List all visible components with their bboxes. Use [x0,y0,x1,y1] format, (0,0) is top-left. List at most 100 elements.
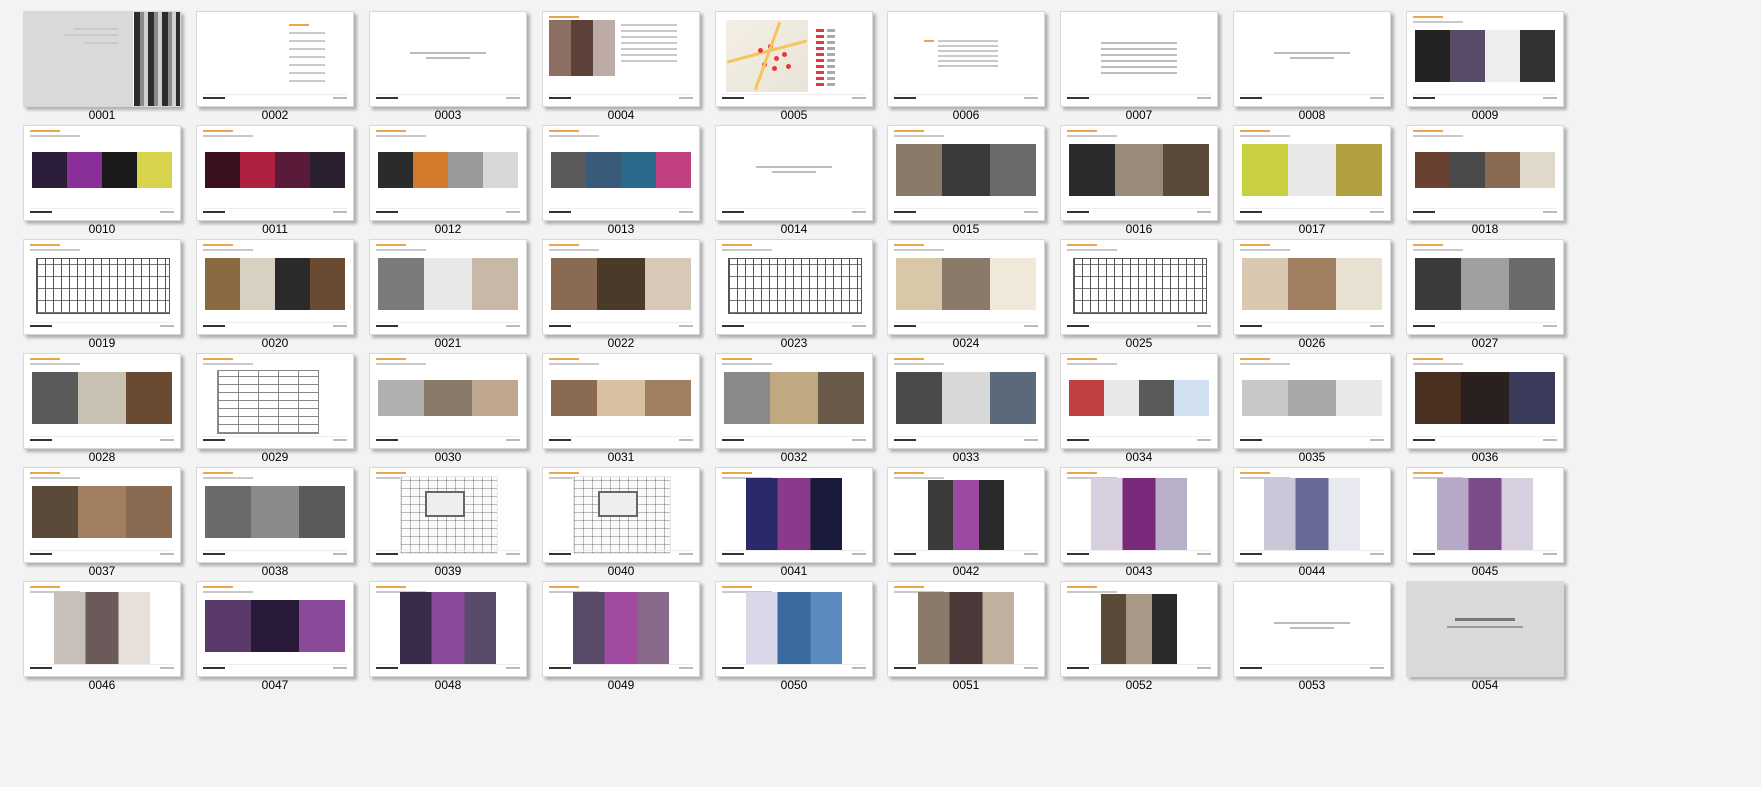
thumbnail-item[interactable]: 0022 [536,228,706,354]
slide-footer [1413,436,1557,443]
thumbnail-item[interactable]: 0039 [363,456,533,582]
text-line [549,16,579,18]
thumbnail-item[interactable]: 0010 [17,114,187,240]
thumbnail-item[interactable]: 0020 [190,228,360,354]
thumbnail-item[interactable]: 0002 [190,0,360,126]
page-thumbnail [369,11,527,107]
thumbnail-item[interactable]: 0038 [190,456,360,582]
thumbnail-item[interactable]: 0046 [17,570,187,696]
map-pin-icon [758,48,763,53]
thumbnail-item[interactable]: 0042 [881,456,1051,582]
page-thumbnail [542,353,700,449]
legend-item [816,65,824,68]
thumbnail-item[interactable]: 0040 [536,456,706,582]
text-line [621,36,677,38]
text-line [894,477,944,479]
thumbnail-item[interactable]: 0003 [363,0,533,126]
thumbnail-item[interactable]: 0027 [1400,228,1570,354]
thumbnail-item[interactable]: 0033 [881,342,1051,468]
text-line [1413,358,1443,360]
thumbnail-item[interactable]: 0005 [709,0,879,126]
thumbnail-item[interactable]: 0017 [1227,114,1397,240]
thumbnail-item[interactable]: 0049 [536,570,706,696]
thumbnail-item[interactable]: 0029 [190,342,360,468]
thumbnail-item[interactable]: 0009 [1400,0,1570,126]
thumbnail-item[interactable]: 0052 [1054,570,1224,696]
thumbnail-item[interactable]: 0012 [363,114,533,240]
photo-strip [378,380,518,416]
thumbnail-item[interactable]: 0037 [17,456,187,582]
text-line [894,363,944,365]
title-line [1290,627,1334,629]
title-line [772,171,816,173]
text-line [289,48,325,50]
thumbnail-item[interactable]: 0034 [1054,342,1224,468]
thumbnail-item[interactable]: 0048 [363,570,533,696]
page-thumbnail [1233,353,1391,449]
thumbnail-item[interactable]: 0016 [1054,114,1224,240]
thumbnail-item[interactable]: 0051 [881,570,1051,696]
map-pin-icon [768,44,773,49]
page-thumbnail [715,467,873,563]
thumbnail-item[interactable]: 0047 [190,570,360,696]
thumbnail-item[interactable]: 0007 [1054,0,1224,126]
thumbnail-item[interactable]: 0045 [1400,456,1570,582]
thumbnail-item[interactable]: 0036 [1400,342,1570,468]
page-thumbnail [23,353,181,449]
thumbnail-item[interactable]: 0015 [881,114,1051,240]
page-thumbnail [887,239,1045,335]
text-line [938,40,998,42]
text-line [203,477,253,479]
thumbnail-item[interactable]: 0019 [17,228,187,354]
thumbnail-item[interactable]: 0006 [881,0,1051,126]
thumbnail-item[interactable]: 0031 [536,342,706,468]
thumbnail-item[interactable]: 0018 [1400,114,1570,240]
thumbnail-item[interactable]: 0050 [709,570,879,696]
thumbnail-item[interactable]: 0023 [709,228,879,354]
thumbnail-item[interactable]: 0032 [709,342,879,468]
text-line [1240,472,1270,474]
text-line [1067,472,1097,474]
slide-footer [376,550,520,557]
thumbnail-item[interactable]: 0030 [363,342,533,468]
legend-item [816,83,824,86]
thumbnail-item[interactable]: 0025 [1054,228,1224,354]
thumbnail-item[interactable]: 0001 [17,0,187,126]
thumbnail-item[interactable]: 0024 [881,228,1051,354]
text-line [1067,244,1097,246]
slide-footer [1067,208,1211,215]
text-line [1413,472,1443,474]
text-line [64,34,118,36]
slide-footer [203,94,347,101]
text-line [1101,60,1177,62]
thumbnail-item[interactable]: 0044 [1227,456,1397,582]
text-line [203,244,233,246]
page-thumbnail [369,125,527,221]
thumbnail-item[interactable]: 0013 [536,114,706,240]
photo [746,592,842,664]
thumbnail-item[interactable]: 0035 [1227,342,1397,468]
thumbnail-item[interactable]: 0041 [709,456,879,582]
text-line [1101,42,1177,44]
text-line [376,135,426,137]
text-line [1067,249,1117,251]
slide-footer [1240,664,1384,671]
thumbnail-item[interactable]: 0043 [1054,456,1224,582]
thumbnail-item[interactable]: 0008 [1227,0,1397,126]
thumbnail-item[interactable]: 0054 [1400,570,1570,696]
text-line [549,130,579,132]
text-line [1413,21,1463,23]
thumbnail-item[interactable]: 0011 [190,114,360,240]
thumbnail-item[interactable]: 0004 [536,0,706,126]
photo-strip [1415,258,1555,310]
thumbnail-item[interactable]: 0021 [363,228,533,354]
thumbnail-item[interactable]: 0053 [1227,570,1397,696]
thumbnail-item[interactable]: 0028 [17,342,187,468]
thumbnail-item[interactable]: 0026 [1227,228,1397,354]
text-line [376,586,406,588]
thumbnail-label: 0048 [434,678,462,692]
thumbnail-item[interactable]: 0014 [709,114,879,240]
text-line [74,28,118,30]
slide-footer [376,94,520,101]
page-thumbnail [715,11,873,107]
